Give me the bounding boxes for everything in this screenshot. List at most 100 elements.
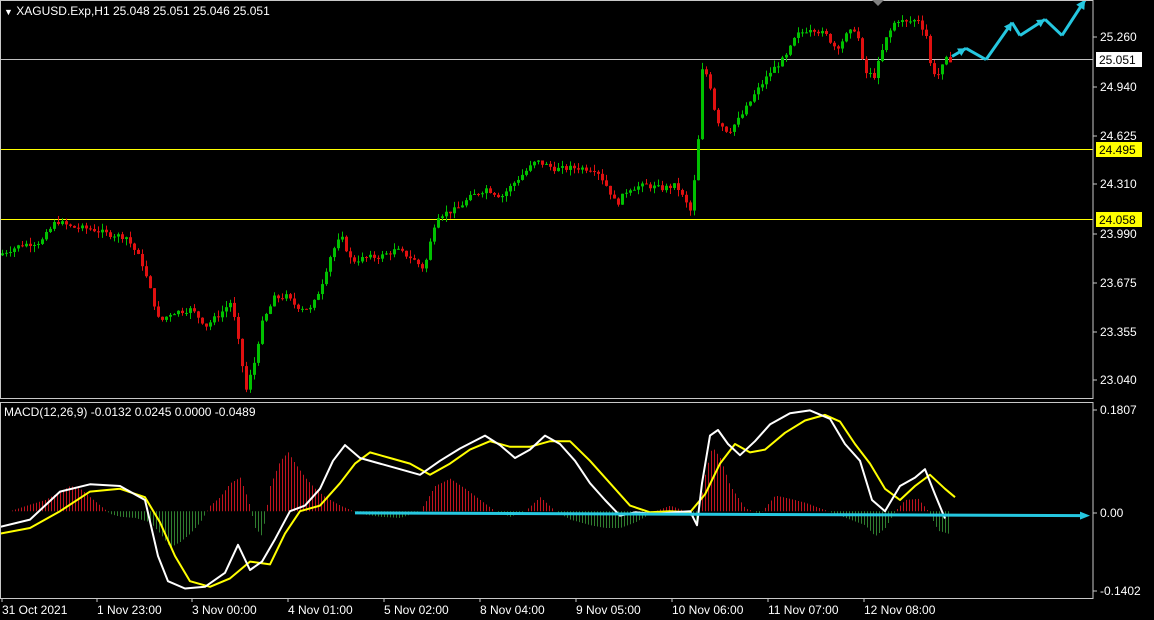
bull-candle	[753, 94, 756, 102]
bear-candle	[237, 316, 240, 339]
bear-candle	[145, 266, 148, 277]
bull-candle	[693, 180, 696, 211]
bull-candle	[385, 253, 388, 255]
bear-candle	[289, 294, 292, 299]
bull-candle	[537, 160, 540, 162]
bear-candle	[933, 63, 936, 75]
bear-candle	[349, 251, 352, 258]
bear-candle	[605, 180, 608, 186]
bear-candle	[613, 194, 616, 199]
bull-candle	[357, 261, 360, 263]
bear-candle	[85, 225, 88, 229]
trading-chart[interactable]: 25.260 24.940 24.625 24.310 23.990 23.675 23.3…	[0, 0, 1154, 620]
bull-candle	[533, 161, 536, 166]
bull-candle	[809, 29, 812, 33]
bull-candle	[125, 237, 128, 240]
bull-candle	[485, 188, 488, 194]
bear-candle	[689, 202, 692, 211]
symbol-header: ▼ XAGUSD.Exp,H1 25.048 25.051 25.046 25.…	[4, 4, 270, 18]
bear-candle	[409, 256, 412, 259]
bull-candle	[625, 192, 628, 194]
bull-candle	[893, 22, 896, 31]
bear-candle	[661, 185, 664, 191]
bull-candle	[117, 234, 120, 237]
bull-candle	[465, 200, 468, 206]
bull-candle	[909, 21, 912, 23]
bear-candle	[305, 308, 308, 310]
forecast-segment	[1010, 21, 1022, 37]
bear-candle	[593, 171, 596, 173]
price-tick-label: 24.625	[1100, 129, 1137, 143]
bear-candle	[353, 257, 356, 262]
bull-candle	[733, 124, 736, 132]
bull-candle	[337, 239, 340, 249]
bull-candle	[17, 245, 20, 249]
bull-candle	[41, 239, 44, 244]
bull-candle	[53, 222, 56, 229]
bear-candle	[685, 194, 688, 203]
bear-candle	[669, 185, 672, 189]
bull-candle	[777, 66, 780, 68]
bull-candle	[701, 69, 704, 140]
bull-candle	[173, 314, 176, 316]
bear-candle	[405, 250, 408, 257]
bull-candle	[13, 248, 16, 253]
bear-candle	[857, 31, 860, 39]
bear-candle	[541, 160, 544, 165]
bear-candle	[729, 131, 732, 133]
bull-candle	[557, 167, 560, 172]
bull-candle	[697, 139, 700, 181]
bull-candle	[869, 72, 872, 74]
bear-candle	[69, 224, 72, 226]
bear-candle	[837, 46, 840, 49]
bull-candle	[329, 257, 332, 272]
bear-candle	[565, 166, 568, 170]
bull-candle	[737, 117, 740, 125]
bear-candle	[609, 185, 612, 195]
bull-candle	[285, 294, 288, 299]
bull-candle	[433, 227, 436, 242]
time-tick-label: 1 Nov 23:00	[97, 603, 162, 617]
bear-candle	[277, 295, 280, 299]
time-tick-label: 31 Oct 2021	[2, 603, 68, 617]
bear-candle	[853, 29, 856, 32]
bull-candle	[321, 284, 324, 295]
macd-forecast-line	[354, 511, 1085, 518]
bear-candle	[861, 38, 864, 59]
bull-candle	[889, 30, 892, 38]
bull-candle	[621, 193, 624, 205]
macd-panel[interactable]	[0, 409, 1090, 590]
bear-candle	[21, 245, 24, 247]
bear-candle	[141, 253, 144, 267]
bear-candle	[681, 190, 684, 195]
bull-candle	[897, 22, 900, 24]
bear-candle	[721, 123, 724, 127]
bull-candle	[741, 114, 744, 118]
bull-candle	[221, 311, 224, 318]
bull-candle	[517, 179, 520, 183]
bear-candle	[157, 306, 160, 317]
current-price-label: 25.051	[1099, 53, 1136, 67]
bear-candle	[617, 198, 620, 205]
time-tick-label: 9 Nov 05:00	[576, 603, 641, 617]
bear-candle	[105, 229, 108, 233]
dropdown-triangle-icon[interactable]: ▼	[4, 7, 13, 17]
bull-candle	[273, 295, 276, 307]
bear-candle	[421, 264, 424, 269]
bull-candle	[441, 216, 444, 219]
bull-candle	[513, 182, 516, 186]
bear-candle	[197, 311, 200, 318]
time-tick-label: 5 Nov 02:00	[384, 603, 449, 617]
bull-candle	[941, 64, 944, 75]
bear-candle	[401, 248, 404, 251]
price-panel[interactable]	[1, 0, 1093, 393]
bull-candle	[665, 185, 668, 191]
bear-candle	[497, 194, 500, 198]
bull-candle	[877, 60, 880, 78]
bull-candle	[901, 20, 904, 23]
bull-candle	[425, 259, 428, 269]
bull-candle	[189, 308, 192, 313]
bull-candle	[765, 76, 768, 85]
bull-candle	[325, 271, 328, 285]
bull-candle	[545, 163, 548, 165]
